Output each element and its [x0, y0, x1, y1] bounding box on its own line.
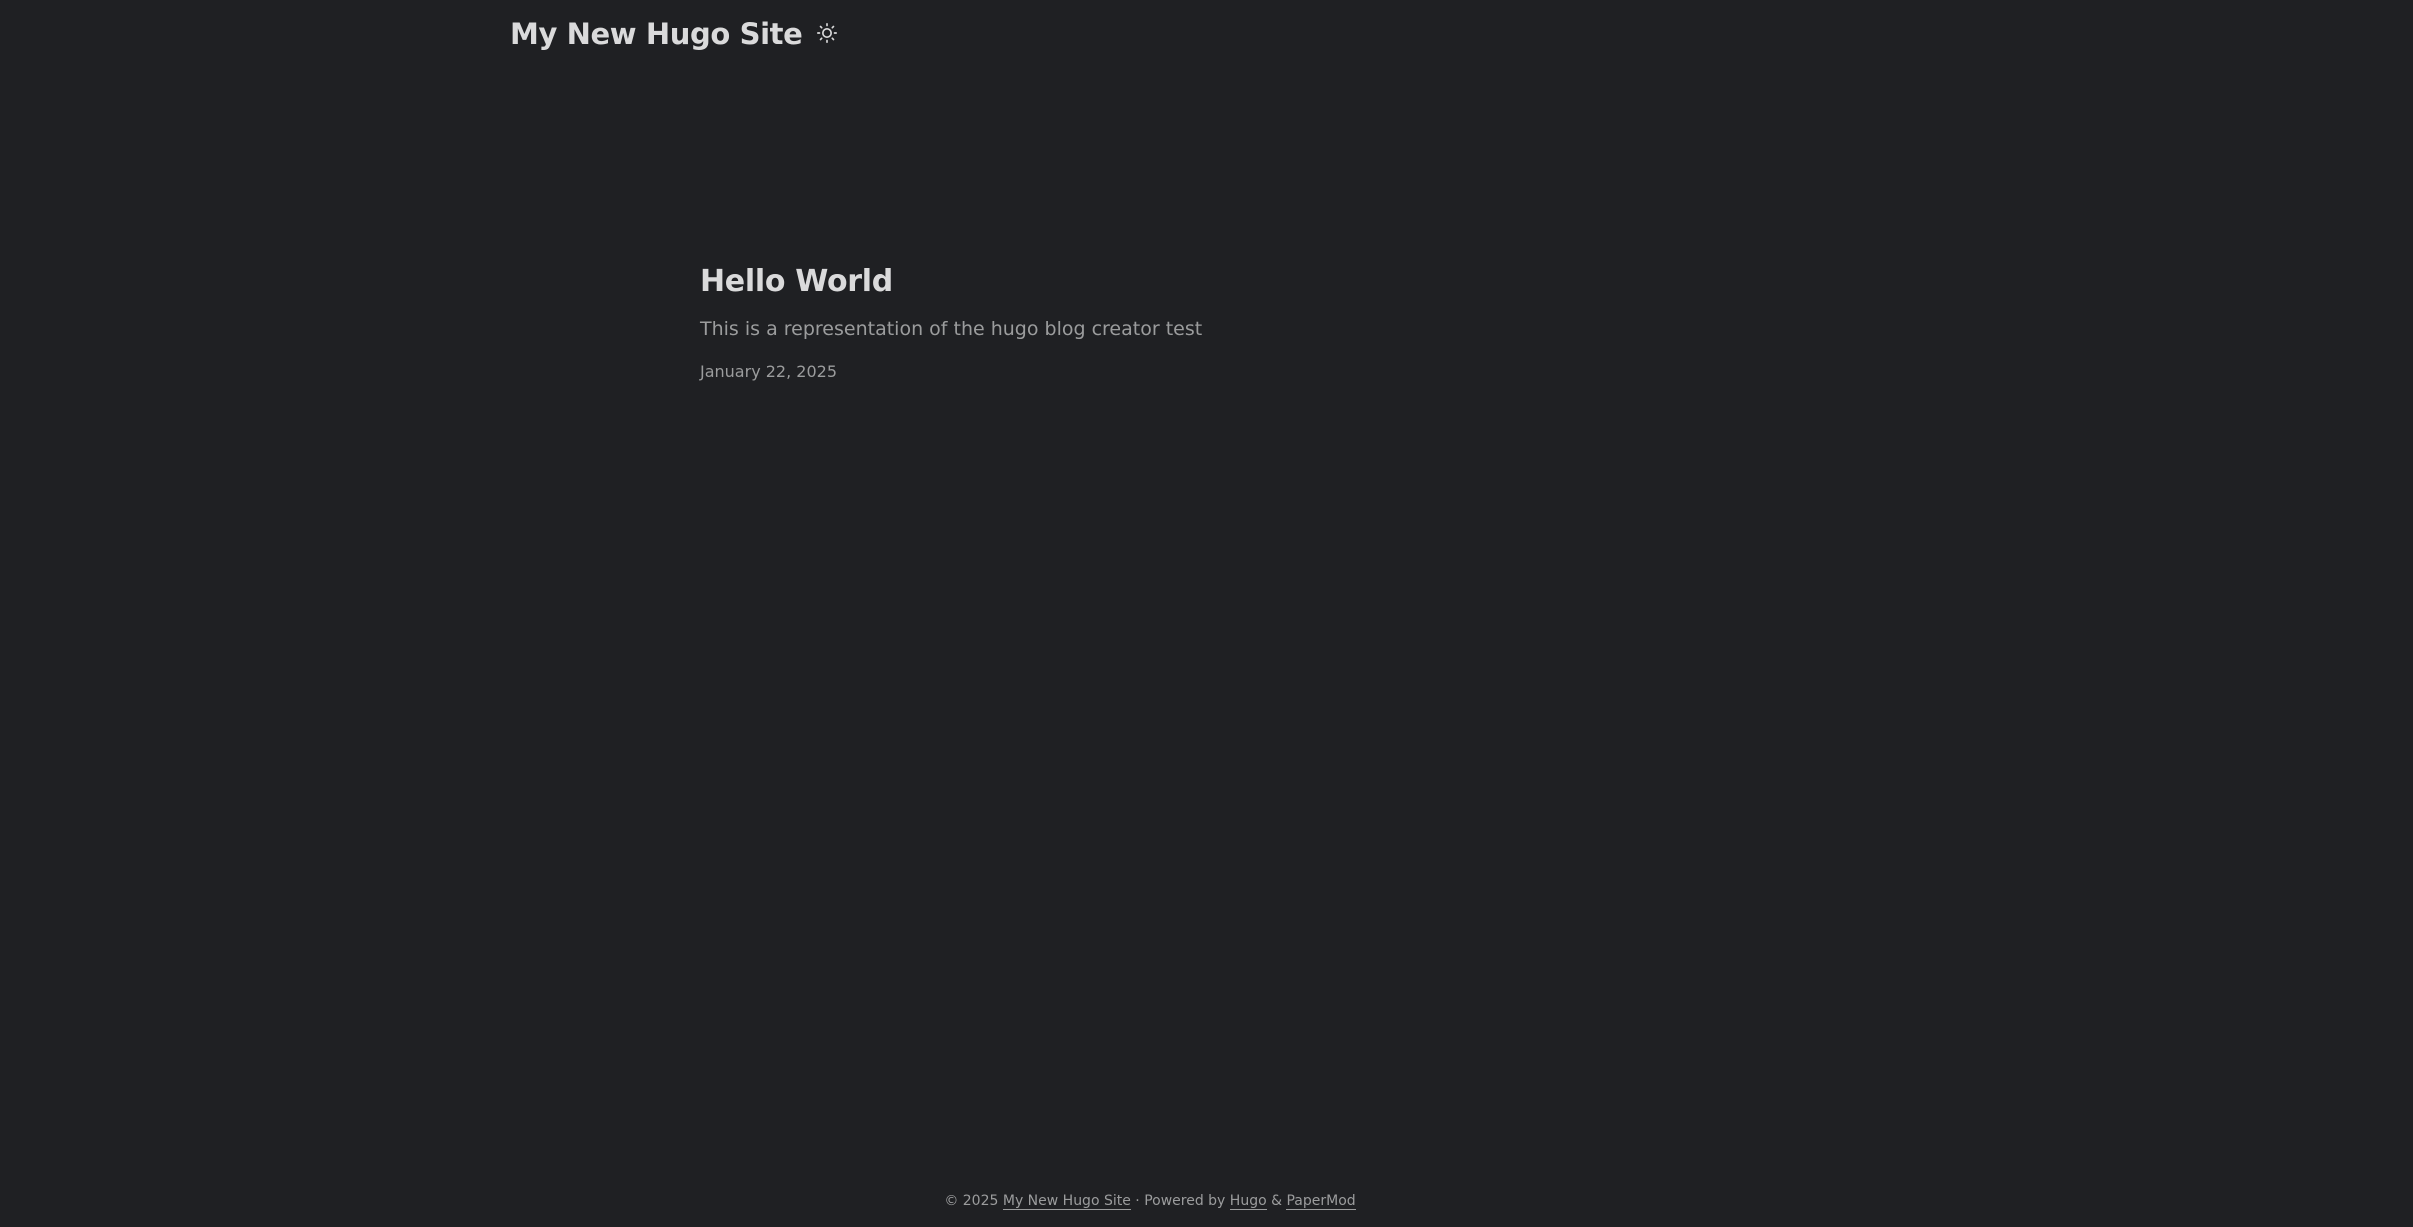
post-entry[interactable]: Hello World This is a representation of … — [700, 260, 1700, 384]
main-content: Hello World This is a representation of … — [700, 260, 1700, 384]
post-summary: This is a representation of the hugo blo… — [700, 318, 1203, 340]
footer-ampersand: & — [1271, 1193, 1283, 1209]
post-date: January 22, 2025 — [700, 362, 837, 381]
footer-powered-by: · Powered by — [1135, 1193, 1226, 1209]
theme-toggle-button[interactable] — [814, 21, 840, 47]
footer-copyright: © 2025 — [944, 1193, 999, 1209]
footer-site-link[interactable]: My New Hugo Site — [1002, 1193, 1131, 1210]
site-footer: © 2025 My New Hugo Site · Powered by Hug… — [0, 1191, 2300, 1211]
footer-hugo-link[interactable]: Hugo — [1229, 1193, 1267, 1210]
post-title[interactable]: Hello World — [700, 260, 1700, 304]
sun-icon — [817, 22, 838, 46]
footer-papermod-link[interactable]: PaperMod — [1286, 1193, 1356, 1210]
site-header: My New Hugo Site — [510, 10, 840, 58]
site-title-link[interactable]: My New Hugo Site — [510, 17, 803, 51]
